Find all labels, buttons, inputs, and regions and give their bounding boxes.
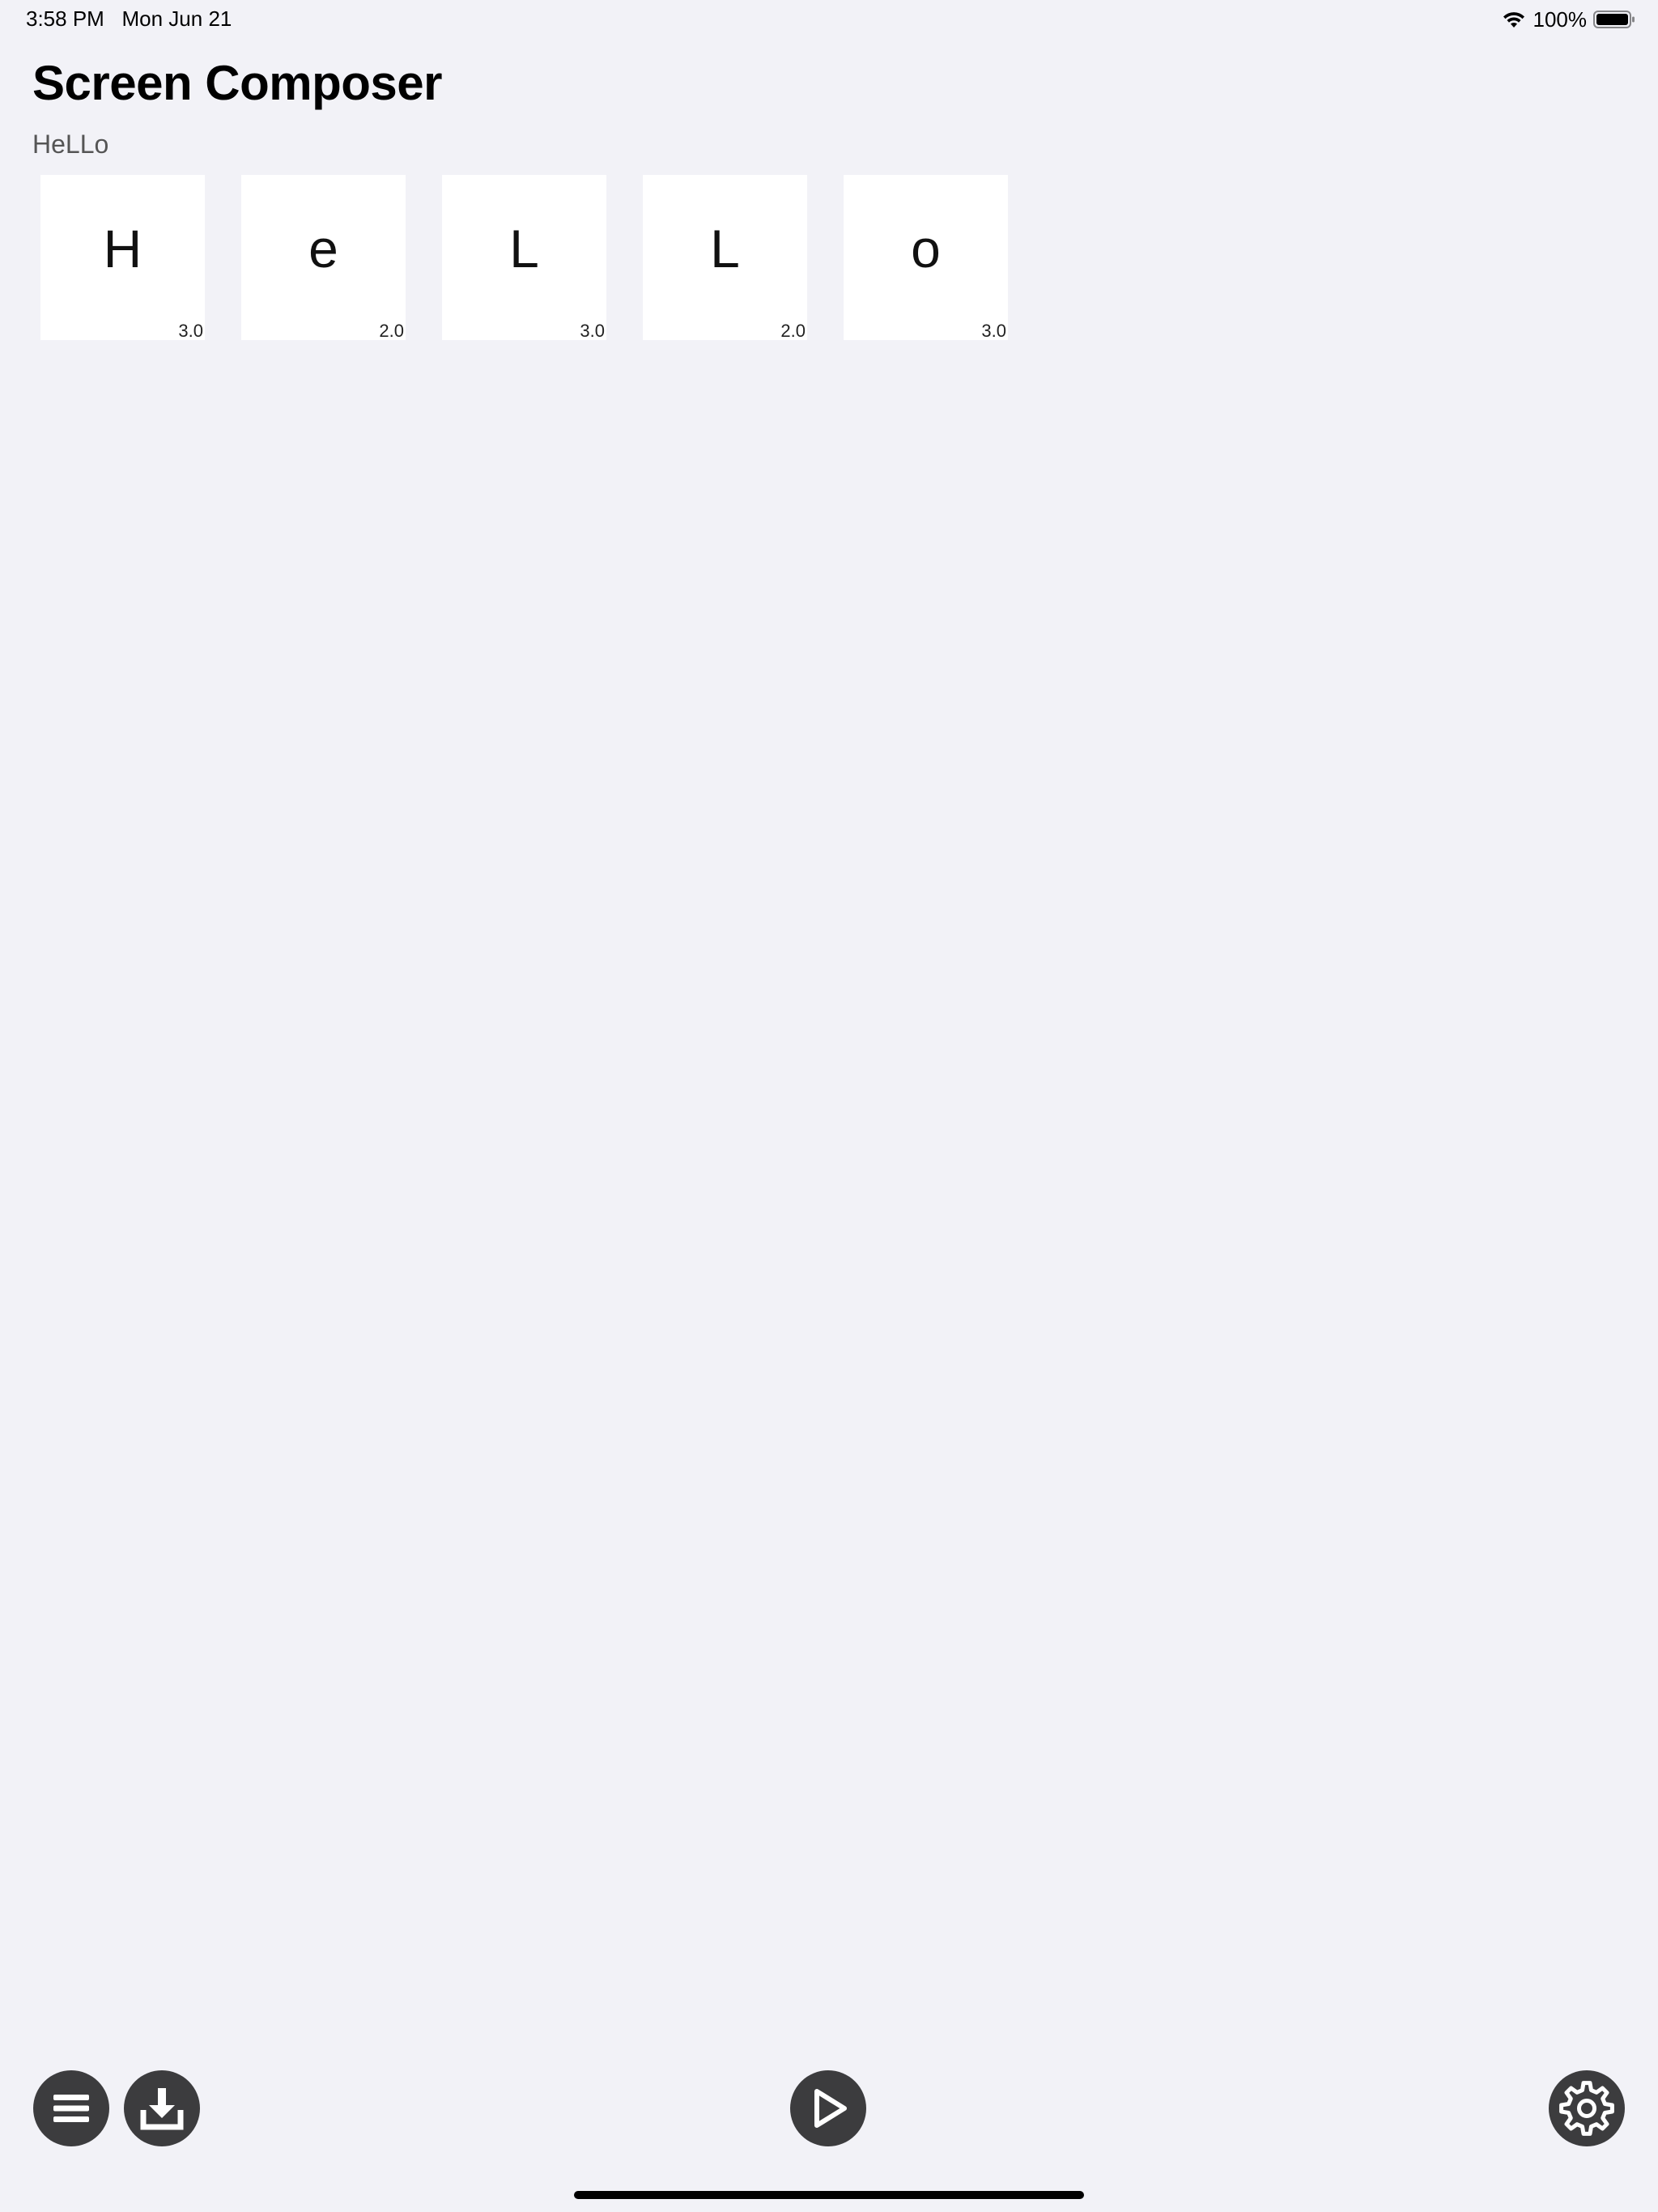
letter-tile[interactable]: o 3.0 (844, 175, 1008, 340)
gear-icon (1554, 2076, 1619, 2141)
tile-value: 3.0 (981, 321, 1006, 341)
download-icon (139, 2086, 185, 2131)
tile-letter: e (308, 219, 338, 279)
letter-tile[interactable]: L 3.0 (442, 175, 606, 340)
tile-value: 3.0 (580, 321, 605, 341)
download-button[interactable] (124, 2070, 200, 2146)
tile-letter: o (911, 219, 941, 279)
tile-letter: H (103, 219, 142, 279)
list-icon (52, 2089, 91, 2128)
page-title: Screen Composer (32, 56, 443, 110)
battery-icon (1593, 10, 1635, 29)
letter-tiles: H 3.0 e 2.0 L 3.0 L 2.0 o 3.0 (40, 175, 1008, 340)
battery-level-fill (1596, 14, 1628, 25)
menu-button[interactable] (33, 2070, 109, 2146)
tile-letter: L (509, 219, 539, 279)
battery-percent: 100% (1533, 6, 1588, 32)
letter-tile[interactable]: e 2.0 (241, 175, 406, 340)
status-time-text: 3:58 PM (26, 6, 104, 31)
composed-text: HeLLo (32, 130, 109, 159)
settings-button[interactable] (1549, 2070, 1625, 2146)
status-date-text: Mon Jun 21 (121, 6, 232, 31)
home-indicator[interactable] (574, 2191, 1084, 2199)
play-icon (806, 2086, 851, 2131)
status-time: 3:58 PM Mon Jun 21 (26, 6, 232, 32)
letter-tile[interactable]: L 2.0 (643, 175, 807, 340)
tile-value: 2.0 (780, 321, 806, 341)
wifi-icon (1501, 10, 1527, 29)
tile-letter: L (710, 219, 740, 279)
status-bar: 3:58 PM Mon Jun 21 100% (0, 0, 1658, 39)
play-button[interactable] (790, 2070, 866, 2146)
status-indicators: 100% (1501, 6, 1636, 32)
letter-tile[interactable]: H 3.0 (40, 175, 205, 340)
tile-value: 2.0 (379, 321, 404, 341)
tile-value: 3.0 (178, 321, 203, 341)
